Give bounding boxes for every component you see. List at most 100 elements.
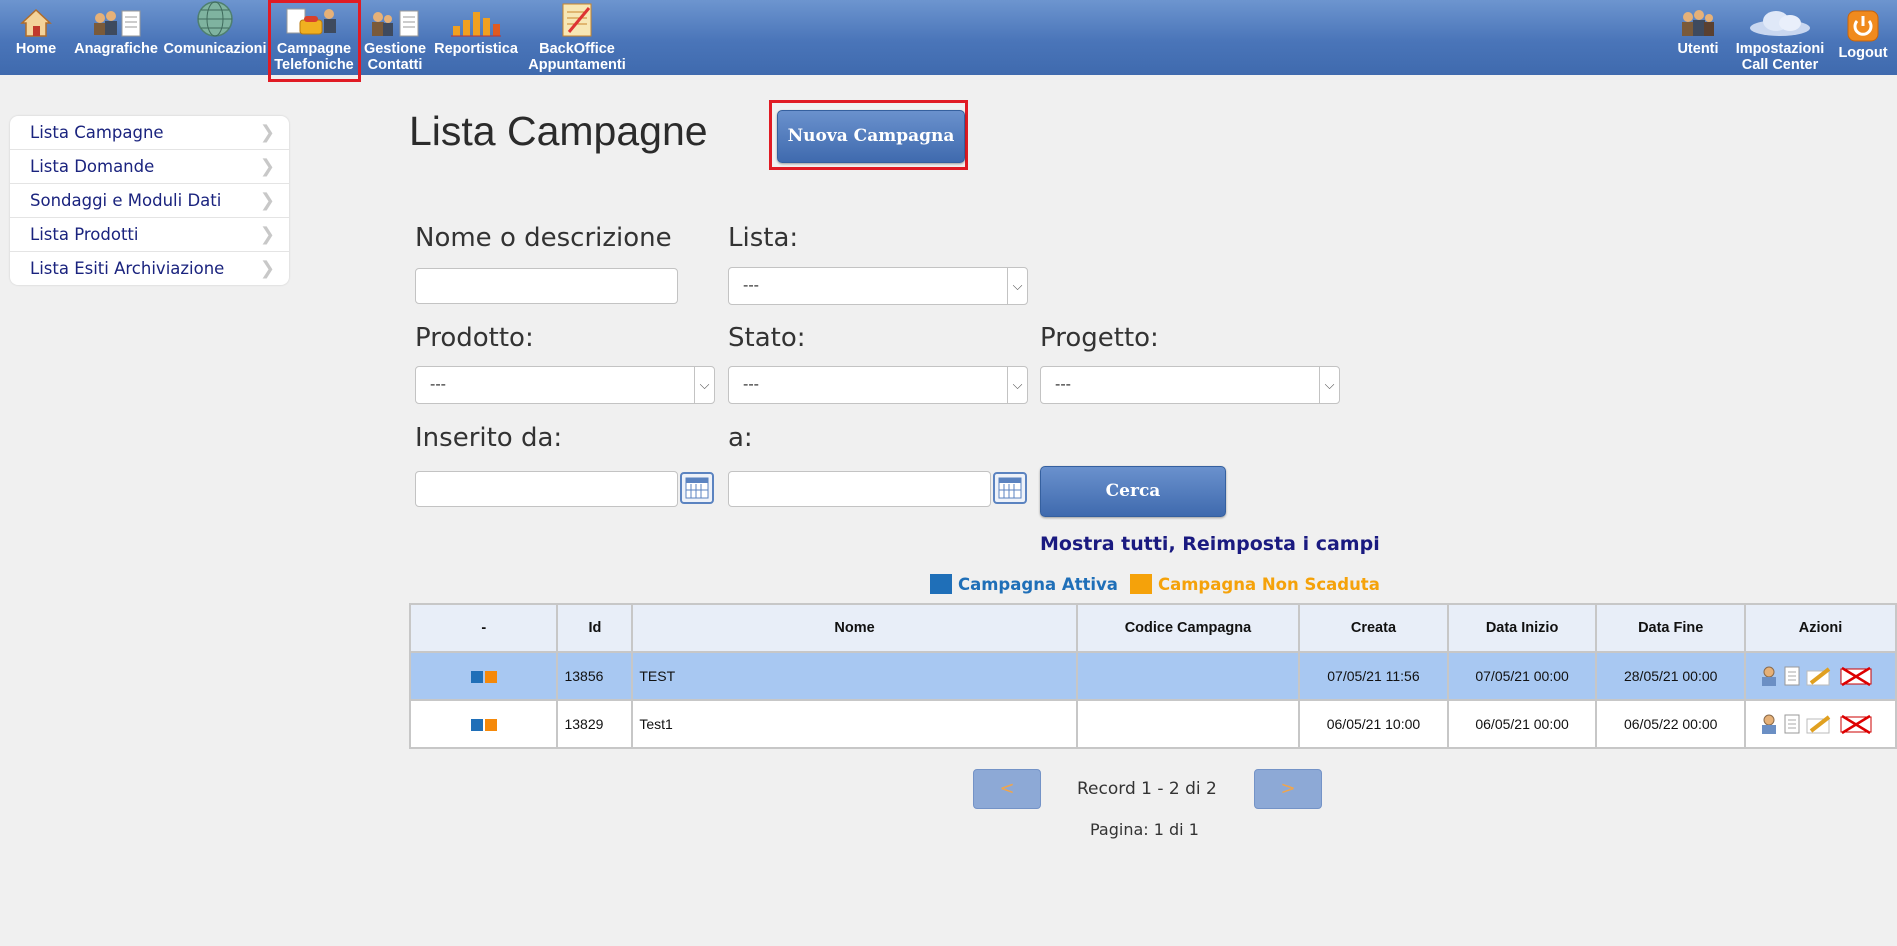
nav-backoffice[interactable]: BackOffice Appuntamenti [526,3,628,73]
nav-comunicazioni-label: Comunicazioni [163,41,267,57]
campaigns-table: - Id Nome Codice Campagna Creata Data In… [408,603,1897,749]
status-cell [408,699,559,749]
column-header[interactable]: Creata [1298,603,1449,653]
column-header[interactable]: Codice Campagna [1075,603,1301,653]
next-page-button[interactable]: > [1254,769,1322,809]
home-icon [20,8,52,37]
column-header[interactable]: Nome [631,603,1078,653]
lista-label: Lista: [728,223,799,253]
stato-select-value: --- [743,376,759,393]
table-row[interactable]: 13829 Test1 06/05/21 10:00 06/05/21 00:0… [408,699,1897,749]
status-not-expired-square [484,719,497,732]
stato-select[interactable]: --- ⌵ [728,366,1028,404]
cloud-icon [1750,11,1810,36]
data-fine-cell: 28/05/21 00:00 [1595,651,1747,701]
chevron-down-icon: ⌵ [1007,268,1027,304]
sidebar-item-lista-campagne[interactable]: Lista Campagne ❯ [10,116,289,150]
delete-icon[interactable] [1839,713,1873,735]
delete-icon[interactable] [1839,665,1873,687]
legend-swatch-active [930,574,952,594]
nav-gestione-contatti[interactable]: Gestione Contatti [361,4,429,73]
edit-icon[interactable] [1805,713,1835,735]
column-header[interactable]: Id [556,603,634,653]
nav-comunicazioni[interactable]: Comunicazioni [163,1,267,57]
creata-cell: 06/05/21 10:00 [1298,699,1449,749]
nav-campagne-telefoniche[interactable]: Campagne Telefoniche [271,4,357,73]
column-header[interactable]: Data Fine [1595,603,1747,653]
legend-not-expired: Campagna Non Scaduta [1130,574,1380,594]
nav-impostazioni[interactable]: Impostazioni Call Center [1730,4,1830,73]
table-header-row: - Id Nome Codice Campagna Creata Data In… [408,603,1897,653]
chevron-down-icon: ⌵ [1319,367,1339,403]
nav-impostazioni-label: Impostazioni Call Center [1735,41,1825,73]
chevron-right-icon: ❯ [259,224,275,245]
id-cell: 13856 [556,651,634,701]
assign-user-icon[interactable] [1759,665,1779,687]
progetto-label: Progetto: [1040,323,1159,353]
sidebar-item-label: Sondaggi e Moduli Dati [30,191,222,210]
nav-reportistica[interactable]: Reportistica [432,4,520,57]
nav-logout-label: Logout [1838,45,1888,61]
calendar-icon[interactable] [993,472,1027,504]
nav-gestione-label: Gestione Contatti [363,41,427,73]
globe-icon [197,1,233,37]
legend-not-expired-label: Campagna Non Scaduta [1158,574,1380,594]
nav-logout[interactable]: Logout [1834,4,1892,61]
nav-anagrafiche[interactable]: Anagrafiche [73,4,159,57]
nav-utenti[interactable]: Utenti [1672,4,1724,57]
nav-reportistica-label: Reportistica [434,41,518,57]
status-active-square [470,671,483,684]
nome-cell: TEST [631,651,1078,701]
sidebar-item-label: Lista Domande [30,157,155,176]
sidebar-item-lista-domande[interactable]: Lista Domande ❯ [10,150,289,184]
lista-select[interactable]: --- ⌵ [728,267,1028,305]
record-count: Record 1 - 2 di 2 [1077,779,1217,799]
progetto-select[interactable]: --- ⌵ [1040,366,1340,404]
sidebar-item-lista-prodotti[interactable]: Lista Prodotti ❯ [10,218,289,252]
nav-anagrafiche-label: Anagrafiche [74,41,158,57]
chevron-right-icon: ❯ [259,156,275,177]
document-icon[interactable] [1783,713,1801,735]
column-header[interactable]: Data Inizio [1446,603,1598,653]
document-icon[interactable] [1783,665,1801,687]
inserito-da-input[interactable] [415,471,678,507]
a-label: a: [728,423,753,453]
sidebar-item-label: Lista Prodotti [30,225,139,244]
prodotto-select[interactable]: --- ⌵ [415,366,715,404]
prodotto-select-value: --- [430,376,446,393]
sidebar-item-label: Lista Esiti Archiviazione [30,259,225,278]
nav-home-label: Home [15,41,57,57]
nav-home[interactable]: Home [14,4,58,57]
calendar-icon[interactable] [680,472,714,504]
status-not-expired-square [484,671,497,684]
sidebar-item-label: Lista Campagne [30,123,164,142]
data-fine-cell: 06/05/22 00:00 [1595,699,1747,749]
people-doc-icon [94,10,141,37]
reset-filters-link[interactable]: Mostra tutti, Reimposta i campi [1040,533,1380,555]
azioni-cell [1744,699,1897,749]
status-cell [408,651,559,701]
power-icon [1847,10,1879,42]
a-input[interactable] [728,471,991,507]
edit-icon[interactable] [1805,665,1835,687]
legend-active-label: Campagna Attiva [958,574,1118,594]
prev-page-button[interactable]: < [973,769,1041,809]
id-cell: 13829 [556,699,634,749]
column-header[interactable]: - [408,603,559,653]
sidebar-item-lista-esiti[interactable]: Lista Esiti Archiviazione ❯ [10,252,289,285]
nome-input[interactable] [415,268,678,304]
users-icon [1682,10,1714,36]
assign-user-icon[interactable] [1759,713,1779,735]
nuova-campagna-button[interactable]: Nuova Campagna [777,110,965,163]
sidebar-item-sondaggi[interactable]: Sondaggi e Moduli Dati ❯ [10,184,289,218]
azioni-cell [1744,651,1897,701]
prodotto-label: Prodotto: [415,323,534,353]
chevron-right-icon: ❯ [259,190,275,211]
column-header: Azioni [1744,603,1897,653]
cerca-button[interactable]: Cerca [1040,466,1226,517]
data-inizio-cell: 07/05/21 00:00 [1446,651,1598,701]
progetto-select-value: --- [1055,376,1071,393]
table-row[interactable]: 13856 TEST 07/05/21 11:56 07/05/21 00:00… [408,651,1897,701]
legend-swatch-not-expired [1130,574,1152,594]
creata-cell: 07/05/21 11:56 [1298,651,1449,701]
